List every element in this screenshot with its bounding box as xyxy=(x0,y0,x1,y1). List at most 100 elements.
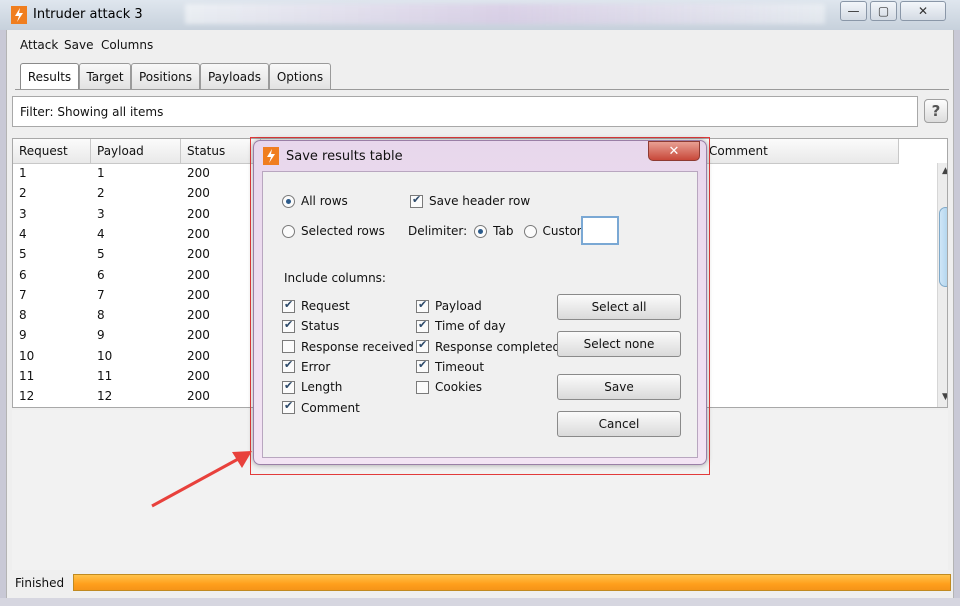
radio-tab-label: Tab xyxy=(493,224,514,238)
table-cell: 7 xyxy=(97,287,105,302)
table-cell: 4 xyxy=(97,226,105,241)
column-checkbox-comment[interactable]: Comment xyxy=(282,399,360,415)
table-cell: 200 xyxy=(187,287,210,302)
table-cell: 4 xyxy=(19,226,27,241)
radio-selected-rows-label: Selected rows xyxy=(301,224,385,238)
checkbox-label: Cookies xyxy=(435,380,482,395)
select-none-button[interactable]: Select none xyxy=(557,331,681,357)
radio-icon[interactable] xyxy=(282,194,295,208)
column-checkbox-error[interactable]: Error xyxy=(282,358,330,374)
checkbox-icon[interactable] xyxy=(282,318,295,333)
burp-app-icon xyxy=(263,147,279,165)
table-cell: 10 xyxy=(97,348,113,363)
table-cell: 3 xyxy=(19,206,27,221)
table-cell: 11 xyxy=(97,369,113,383)
table-cell: 5 xyxy=(97,247,105,262)
delimiter-label: Delimiter: xyxy=(408,224,468,238)
select-all-button[interactable]: Select all xyxy=(557,294,681,320)
table-cell: 9 xyxy=(97,328,105,343)
table-cell: 11 xyxy=(19,369,35,383)
custom-delimiter-input[interactable] xyxy=(581,216,619,245)
column-header-status[interactable]: Status xyxy=(181,139,261,164)
column-header-payload[interactable]: Payload xyxy=(91,139,181,164)
include-columns-label: Include columns: xyxy=(284,271,386,285)
status-label: Finished xyxy=(15,576,65,590)
table-cell: 1 xyxy=(19,166,27,180)
title-bar[interactable]: Intruder attack 3 — ▢ ✕ xyxy=(0,0,960,30)
maximize-button[interactable]: ▢ xyxy=(870,1,897,21)
checkbox-icon[interactable] xyxy=(416,338,429,354)
filter-bar[interactable]: Filter: Showing all items xyxy=(12,96,918,127)
checkbox-icon[interactable] xyxy=(282,340,295,354)
table-cell: 7 xyxy=(19,287,27,302)
table-cell: 6 xyxy=(19,267,27,282)
column-checkbox-time-of-day[interactable]: Time of day xyxy=(416,318,506,334)
column-checkbox-payload[interactable]: Payload xyxy=(416,298,482,313)
checkbox-icon[interactable] xyxy=(416,358,429,374)
scroll-up-icon[interactable]: ▲ xyxy=(940,166,947,178)
checkbox-icon[interactable] xyxy=(416,318,429,333)
column-checkbox-response-received[interactable]: Response received xyxy=(282,340,414,354)
dialog-close-button[interactable]: ✕ xyxy=(648,141,700,161)
close-button[interactable]: ✕ xyxy=(900,1,946,21)
menu-attack[interactable]: Attack xyxy=(20,38,58,52)
radio-all-rows-label: All rows xyxy=(301,194,348,208)
checkbox-icon[interactable] xyxy=(282,298,295,313)
table-cell: 8 xyxy=(19,308,27,323)
checkbox-icon[interactable] xyxy=(282,358,295,374)
radio-all-rows[interactable]: All rows xyxy=(282,194,348,208)
column-checkbox-cookies[interactable]: Cookies xyxy=(416,380,482,394)
tab-payloads[interactable]: Payloads xyxy=(200,63,269,89)
column-header-comment[interactable]: Comment xyxy=(703,139,899,164)
scroll-down-icon[interactable]: ▼ xyxy=(940,392,947,404)
tab-panel-border xyxy=(15,89,949,90)
save-header-row-label: Save header row xyxy=(429,194,531,208)
column-checkbox-request[interactable]: Request xyxy=(282,298,350,313)
window-title: Intruder attack 3 xyxy=(33,7,143,22)
delimiter-group: Delimiter: Tab Custom: xyxy=(408,224,593,238)
table-cell: 200 xyxy=(187,186,210,201)
checkbox-icon[interactable] xyxy=(410,193,423,208)
dialog-content: All rows Selected rows Save header row D… xyxy=(262,171,698,458)
radio-selected-rows[interactable]: Selected rows xyxy=(282,224,385,238)
desktop-strip xyxy=(0,598,960,606)
column-checkbox-status[interactable]: Status xyxy=(282,318,339,333)
minimize-button[interactable]: — xyxy=(840,1,867,21)
menu-columns[interactable]: Columns xyxy=(101,38,153,52)
vertical-scrollbar[interactable]: ▲ ▼ xyxy=(937,163,947,407)
cancel-button[interactable]: Cancel xyxy=(557,411,681,437)
column-checkbox-length[interactable]: Length xyxy=(282,379,342,394)
scroll-thumb[interactable] xyxy=(939,207,947,287)
table-cell: 6 xyxy=(97,267,105,282)
table-cell: 200 xyxy=(187,389,210,404)
table-cell: 200 xyxy=(187,267,210,282)
table-cell: 2 xyxy=(97,186,105,201)
tab-options[interactable]: Options xyxy=(269,63,331,89)
tab-positions[interactable]: Positions xyxy=(131,63,200,89)
progress-bar xyxy=(73,574,951,591)
save-results-dialog: Save results table ✕ All rows Selected r… xyxy=(253,140,707,465)
menu-save[interactable]: Save xyxy=(64,38,93,52)
checkbox-icon[interactable] xyxy=(282,399,295,414)
checkbox-icon[interactable] xyxy=(416,380,429,394)
table-cell: 5 xyxy=(19,247,27,262)
table-cell: 200 xyxy=(187,206,210,221)
tab-results[interactable]: Results xyxy=(20,63,79,90)
column-checkbox-response-completed[interactable]: Response completed xyxy=(416,338,560,354)
checkbox-label: Response received xyxy=(301,339,414,354)
help-button[interactable]: ? xyxy=(924,99,948,123)
table-cell: 9 xyxy=(19,328,27,343)
radio-custom-icon[interactable] xyxy=(523,224,537,238)
radio-icon[interactable] xyxy=(282,224,295,238)
save-button[interactable]: Save xyxy=(557,374,681,400)
checkbox-save-header-row[interactable]: Save header row xyxy=(410,193,531,208)
checkbox-icon[interactable] xyxy=(282,379,295,394)
checkbox-label: Time of day xyxy=(435,319,506,334)
table-cell: 200 xyxy=(187,308,210,323)
checkbox-icon[interactable] xyxy=(416,298,429,313)
radio-tab-icon[interactable] xyxy=(474,224,488,238)
dialog-title: Save results table xyxy=(286,149,403,164)
column-header-request[interactable]: Request xyxy=(13,139,91,164)
tab-target[interactable]: Target xyxy=(79,63,131,89)
column-checkbox-timeout[interactable]: Timeout xyxy=(416,358,484,374)
